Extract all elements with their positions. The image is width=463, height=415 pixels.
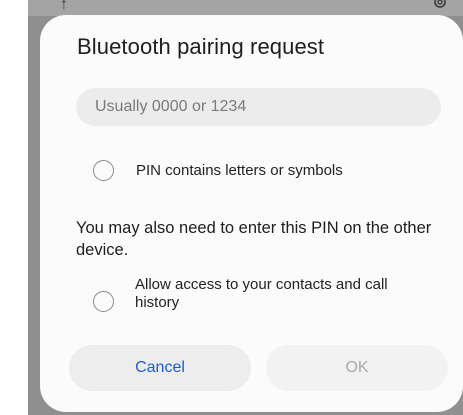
- pin-info-text: You may also need to enter this PIN on t…: [76, 219, 432, 259]
- contacts-access-checkbox[interactable]: [93, 290, 114, 312]
- settings-icon: [428, 0, 452, 14]
- pin-input[interactable]: [76, 88, 441, 126]
- contacts-access-label: Allow access to your contacts and call h…: [135, 276, 388, 311]
- pin-letters-option[interactable]: PIN contains letters or symbols: [93, 160, 343, 181]
- share-icon: ↑: [60, 0, 68, 13]
- ok-button[interactable]: OK: [266, 345, 448, 391]
- pin-letters-label: PIN contains letters or symbols: [136, 162, 343, 179]
- contacts-access-option[interactable]: Allow access to your contacts and call h…: [93, 276, 433, 312]
- cancel-button[interactable]: Cancel: [69, 345, 251, 391]
- dialog-title: Bluetooth pairing request: [77, 34, 325, 59]
- pin-letters-checkbox[interactable]: [93, 160, 114, 181]
- background-app-bar: [28, 0, 463, 16]
